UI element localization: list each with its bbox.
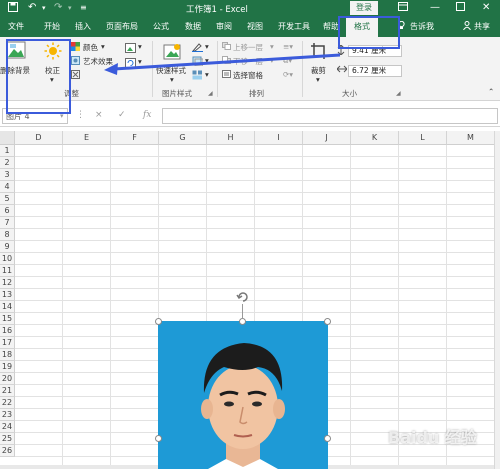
annotation-arrow: [104, 53, 341, 75]
